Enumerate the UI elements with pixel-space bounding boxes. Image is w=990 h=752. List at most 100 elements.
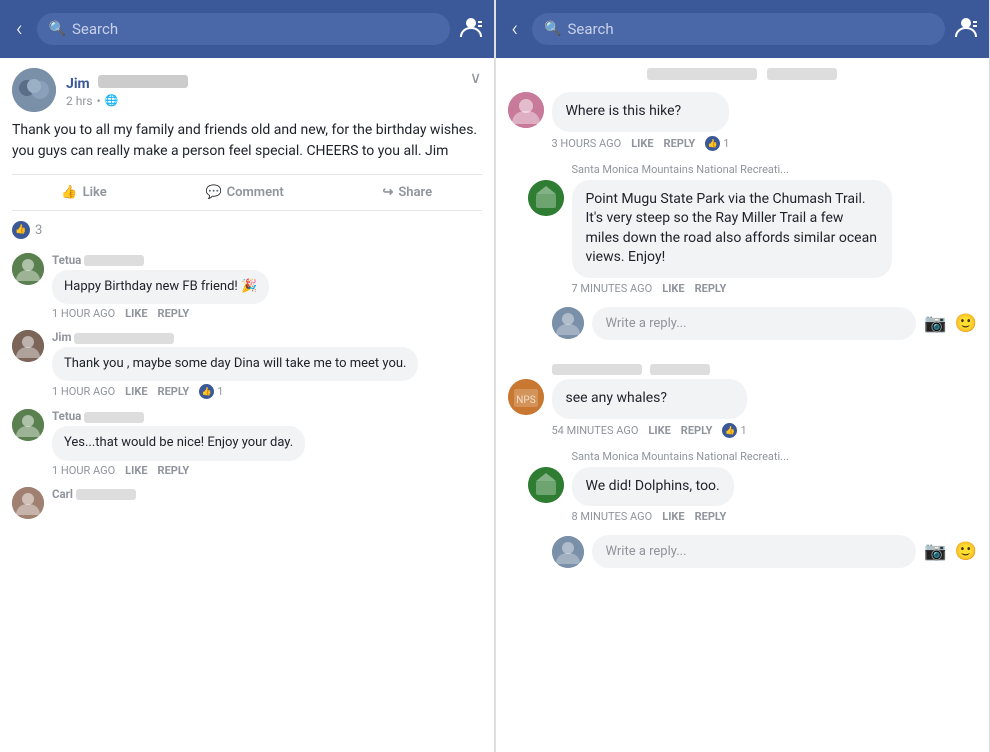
- thread-reply-btn-3[interactable]: REPLY: [681, 424, 713, 437]
- right-thread-content: Where is this hike? 3 HOURS AGO LIKE REP…: [496, 58, 990, 752]
- comment-meta-2: 1 HOUR AGO LIKE REPLY 👍 1: [52, 384, 482, 399]
- page-name-1: Santa Monica Mountains National Recreati…: [572, 163, 978, 176]
- reply-input-2[interactable]: Write a reply...: [592, 535, 917, 568]
- post-options-chevron[interactable]: ∨: [470, 68, 482, 87]
- comment-avatar-carl: [12, 487, 44, 519]
- thread-avatar-page-2: [528, 467, 564, 503]
- thread-avatar-1: [508, 92, 544, 128]
- thread-like-badge-1: 👍: [705, 136, 720, 151]
- comment-block-2: Jim Thank you , maybe some day Dina will…: [12, 330, 482, 399]
- emoji-icon-1[interactable]: 🙂: [955, 313, 977, 334]
- emoji-icon-2[interactable]: 🙂: [955, 541, 977, 562]
- thread-avatar-page-1: [528, 180, 564, 216]
- right-panel: ‹ 🔍 Search: [496, 0, 990, 752]
- right-post-header: [508, 68, 978, 80]
- thread-meta-3: 54 MINUTES AGO LIKE REPLY 👍 1: [552, 423, 747, 438]
- comment-button[interactable]: 💬 Comment: [193, 181, 295, 204]
- thread-bubble-2: Point Mugu State Park via the Chumash Tr…: [572, 180, 892, 278]
- thread-bubble-1: Where is this hike?: [552, 92, 730, 132]
- post-author-name: Jim: [66, 73, 188, 92]
- left-back-button[interactable]: ‹: [10, 13, 29, 46]
- post-author-info: Jim 2 hrs • 🌐: [12, 68, 188, 112]
- thread-time-3: 54 MINUTES AGO: [552, 424, 639, 437]
- camera-icon-1[interactable]: 📷: [924, 313, 946, 334]
- left-search-bar[interactable]: 🔍 Search: [37, 13, 450, 45]
- commenter-name-2: Jim: [52, 330, 482, 344]
- comment-body-1: Tetua Happy Birthday new FB friend! 🎉 1 …: [52, 253, 482, 320]
- thread-time-1: 3 HOURS AGO: [552, 137, 622, 150]
- comment-reply-btn-2[interactable]: REPLY: [158, 385, 190, 398]
- post-header: Jim 2 hrs • 🌐 ∨: [12, 68, 482, 112]
- reply-input-row-1: Write a reply... 📷 🙂: [552, 307, 978, 340]
- reply-icons-1: 📷 🙂: [924, 313, 977, 334]
- thread-like-btn-1[interactable]: LIKE: [631, 137, 653, 150]
- commenter-name-3: Tetua: [52, 409, 482, 423]
- thread-comment-4: We did! Dolphins, too. 8 MINUTES AGO LIK…: [528, 467, 978, 524]
- thread-time-4: 8 MINUTES AGO: [572, 510, 653, 523]
- thumbsup-icon: 👍: [61, 185, 77, 200]
- thread-bubble-3: see any whales?: [552, 379, 747, 419]
- comment-body-3: Tetua Yes...that would be nice! Enjoy yo…: [52, 409, 482, 476]
- thread-meta-2: 7 MINUTES AGO LIKE REPLY: [572, 282, 892, 295]
- thread-meta-4: 8 MINUTES AGO LIKE REPLY: [572, 510, 734, 523]
- thread-like-btn-3[interactable]: LIKE: [648, 424, 670, 437]
- thread-comment-2: Point Mugu State Park via the Chumash Tr…: [528, 180, 978, 295]
- left-header: ‹ 🔍 Search: [0, 0, 494, 58]
- comment-reply-btn-1[interactable]: REPLY: [158, 307, 190, 320]
- globe-icon: 🌐: [105, 94, 119, 107]
- comment-block: Tetua Happy Birthday new FB friend! 🎉 1 …: [12, 253, 482, 320]
- likes-row: 👍 3: [12, 221, 482, 239]
- left-search-input[interactable]: Search: [72, 20, 438, 38]
- left-panel: ‹ 🔍 Search: [0, 0, 495, 752]
- thread-reply-btn-4[interactable]: REPLY: [695, 510, 727, 523]
- comment-like-btn-2[interactable]: LIKE: [125, 385, 147, 398]
- thread-likes-3: 👍 1: [722, 423, 746, 438]
- post-author-avatar: [12, 68, 56, 112]
- comment-like-btn-1[interactable]: LIKE: [125, 307, 147, 320]
- thread-like-btn-4[interactable]: LIKE: [662, 510, 684, 523]
- thread-comment-3: NPS see any whales? 54 MINUTES AGO LIKE …: [508, 379, 978, 438]
- camera-icon-2[interactable]: 📷: [924, 541, 946, 562]
- right-search-icon: 🔍: [544, 21, 561, 37]
- likes-count: 3: [35, 223, 42, 238]
- share-icon: ↪: [382, 185, 393, 200]
- post-meta: 2 hrs • 🌐: [66, 94, 188, 108]
- right-search-input[interactable]: Search: [568, 20, 934, 38]
- thread-comment-2-body: Point Mugu State Park via the Chumash Tr…: [572, 180, 892, 295]
- comment-time-1: 1 HOUR AGO: [52, 307, 115, 320]
- reply-user-avatar-1: [552, 307, 584, 339]
- comment-avatar-tetua-1: [12, 253, 44, 285]
- share-button[interactable]: ↪ Share: [370, 181, 444, 204]
- thread-bubble-4: We did! Dolphins, too.: [572, 467, 734, 507]
- comment-time-2: 1 HOUR AGO: [52, 385, 115, 398]
- thread-comment-3-body: see any whales? 54 MINUTES AGO LIKE REPL…: [552, 379, 747, 438]
- comment-block-3: Tetua Yes...that would be nice! Enjoy yo…: [12, 409, 482, 476]
- left-profile-icon[interactable]: [458, 14, 484, 45]
- right-profile-icon[interactable]: [953, 14, 979, 45]
- comment-bubble-1: Happy Birthday new FB friend! 🎉: [52, 270, 269, 304]
- thread-comment-1-body: Where is this hike? 3 HOURS AGO LIKE REP…: [552, 92, 730, 151]
- like-badge: 👍: [12, 221, 30, 239]
- comment-bubble-2: Thank you , maybe some day Dina will tak…: [52, 347, 418, 381]
- right-header: ‹ 🔍 Search: [496, 0, 990, 58]
- comment-bubble-3: Yes...that would be nice! Enjoy your day…: [52, 426, 305, 460]
- comment-time-3: 1 HOUR AGO: [52, 464, 115, 477]
- comment-reply-btn-3[interactable]: REPLY: [158, 464, 190, 477]
- reply-input-1[interactable]: Write a reply...: [592, 307, 917, 340]
- right-back-button[interactable]: ‹: [506, 13, 525, 46]
- comment-like-btn-3[interactable]: LIKE: [125, 464, 147, 477]
- reply-input-row-2: Write a reply... 📷 🙂: [552, 535, 978, 568]
- commenter-name-1: Tetua: [52, 253, 482, 267]
- action-bar: 👍 Like 💬 Comment ↪ Share: [12, 174, 482, 211]
- thread-reply-btn-1[interactable]: REPLY: [664, 137, 696, 150]
- commenter-name-4: Carl: [52, 487, 482, 501]
- thread-reply-block-2: Santa Monica Mountains National Recreati…: [528, 450, 978, 524]
- right-search-bar[interactable]: 🔍 Search: [532, 13, 945, 45]
- thread-comment-3-header: [552, 364, 978, 375]
- comment-avatar-jim: [12, 330, 44, 362]
- mini-like-badge-icon: 👍: [199, 384, 214, 399]
- left-content: Jim 2 hrs • 🌐 ∨ Thank you to all my fami…: [0, 58, 494, 752]
- thread-reply-btn-2[interactable]: REPLY: [695, 282, 727, 295]
- like-button[interactable]: 👍 Like: [49, 181, 118, 204]
- thread-like-btn-2[interactable]: LIKE: [662, 282, 684, 295]
